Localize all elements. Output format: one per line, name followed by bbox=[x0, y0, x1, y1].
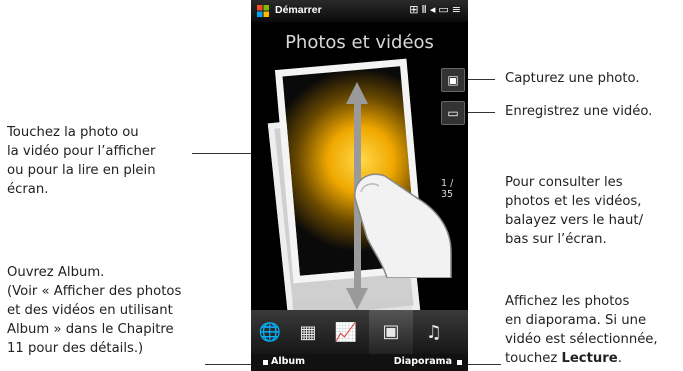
softkey-bar: Album Diaporama bbox=[251, 354, 468, 371]
annotation-line: Touchez la photo ou bbox=[7, 125, 139, 140]
annotation-line: la vidéo pour l’afficher bbox=[7, 144, 156, 159]
softkey-marker-icon bbox=[457, 360, 462, 365]
start-menu-label[interactable]: Démarrer bbox=[275, 4, 322, 16]
tab-internet[interactable]: 🌐 bbox=[255, 318, 285, 348]
annotation-line: Pour consulter les bbox=[505, 175, 623, 190]
video-camera-button[interactable]: ▭ bbox=[441, 101, 465, 125]
annotation-line: écran. bbox=[7, 182, 49, 197]
callout-line-record bbox=[465, 112, 495, 113]
annotation-line: Album » dans le Chapitre bbox=[7, 322, 174, 337]
annotation-line: (Voir « Afficher des photos bbox=[7, 284, 182, 299]
annotation-line: photos et les vidéos, bbox=[505, 194, 642, 209]
signal-icon[interactable]: Ⅱ bbox=[421, 3, 429, 16]
status-bar: Démarrer ⊞Ⅱ◂▭≡ bbox=[251, 0, 468, 22]
swipe-down-arrow-icon bbox=[346, 288, 368, 310]
annotation-line: Ouvrez Album. bbox=[7, 265, 105, 280]
slideshow-softkey[interactable]: Diaporama bbox=[394, 356, 452, 367]
annotation-line: balayez vers le haut/ bbox=[505, 213, 644, 228]
tab-music[interactable]: ♫ bbox=[419, 318, 449, 348]
windows-logo-icon[interactable] bbox=[257, 5, 269, 17]
video-camera-icon: ▭ bbox=[447, 106, 459, 120]
annotation-record-video: Enregistrez une vidéo. bbox=[505, 102, 652, 121]
photo-counter: 1 / 35 bbox=[441, 178, 454, 200]
camera-icon: ▣ bbox=[447, 73, 459, 87]
annotation-line: bas sur l’écran. bbox=[505, 232, 607, 247]
connection-icon[interactable]: ⊞ bbox=[409, 3, 421, 16]
tab-calendar[interactable]: ▦ bbox=[293, 318, 323, 348]
annotation-line: 11 pour des détails.) bbox=[7, 341, 144, 356]
annotation-line: Capturez une photo. bbox=[505, 71, 640, 86]
annotation-line: Affichez les photos bbox=[505, 294, 630, 309]
globe-icon: 🌐 bbox=[258, 322, 282, 343]
annotation-slideshow: Affichez les photos en diaporama. Si une… bbox=[505, 292, 658, 368]
photos-icon: ▣ bbox=[382, 321, 400, 342]
tab-bar: 🌐 ▦ 📈 ▣ ♫ bbox=[251, 310, 468, 354]
screen-title: Photos et vidéos bbox=[285, 32, 434, 53]
annotation-tap-photo: Touchez la photo ou la vidéo pour l’affi… bbox=[7, 123, 156, 199]
tab-photos[interactable]: ▣ bbox=[369, 310, 413, 354]
calendar-icon: ▦ bbox=[299, 322, 317, 343]
callout-line-capture bbox=[465, 79, 495, 80]
annotation-line: en diaporama. Si une bbox=[505, 313, 647, 328]
album-softkey[interactable]: Album bbox=[271, 356, 305, 367]
annotation-line: ou pour la lire en plein bbox=[7, 163, 156, 178]
annotation-text: touchez bbox=[505, 351, 562, 366]
lecture-emphasis: Lecture bbox=[561, 351, 618, 366]
camera-button[interactable]: ▣ bbox=[441, 68, 465, 92]
annotation-text: . bbox=[617, 351, 622, 366]
annotation-line-last: touchez Lecture. bbox=[505, 349, 658, 368]
annotation-line: et des vidéos en utilisant bbox=[7, 303, 173, 318]
annotation-line: vidéo est sélectionnée, bbox=[505, 332, 658, 347]
finger-gesture-icon bbox=[354, 173, 452, 278]
battery-icon[interactable]: ▭ bbox=[438, 3, 451, 16]
softkey-marker-icon bbox=[263, 360, 268, 365]
annotation-open-album: Ouvrez Album. (Voir « Afficher des photo… bbox=[7, 263, 181, 358]
annotation-capture-photo: Capturez une photo. bbox=[505, 69, 640, 88]
music-icon: ♫ bbox=[425, 322, 443, 343]
annotation-swipe: Pour consulter les photos et les vidéos,… bbox=[505, 173, 643, 249]
annotation-line: Enregistrez une vidéo. bbox=[505, 104, 653, 119]
status-icons: ⊞Ⅱ◂▭≡ bbox=[409, 3, 464, 16]
stocks-icon: 📈 bbox=[334, 322, 358, 343]
callout-line-slideshow bbox=[465, 364, 501, 365]
phone-screen: Démarrer ⊞Ⅱ◂▭≡ Photos et vidéos ▣ ▭ 1 / … bbox=[251, 0, 468, 371]
menu-icon[interactable]: ≡ bbox=[452, 3, 464, 16]
tab-stocks[interactable]: 📈 bbox=[331, 318, 361, 348]
